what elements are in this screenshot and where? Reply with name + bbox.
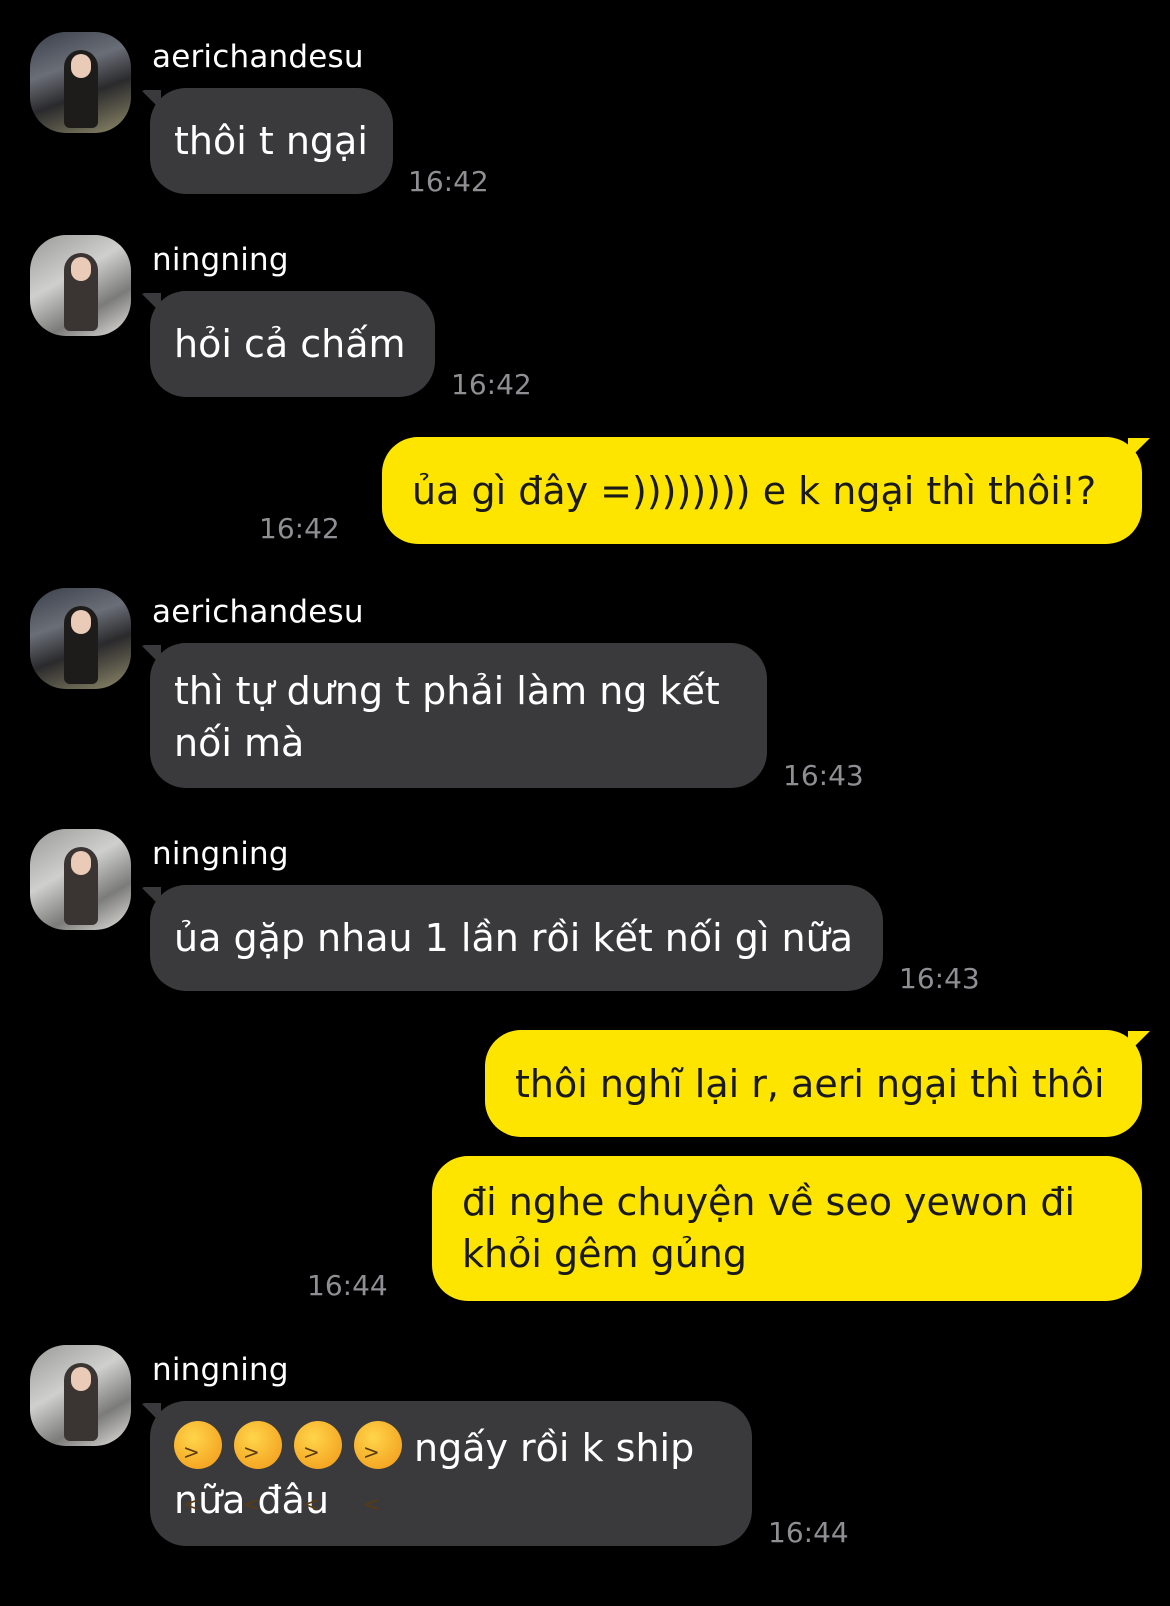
sender-name: ningning [152,242,289,278]
avatar-ningning[interactable] [30,235,131,336]
message-text: ngấy rồi k ship [414,1426,695,1470]
message-text-line: thì tự dưng t phải làm ng kết [174,669,720,713]
message-text: thôi t ngại [174,119,368,163]
message-bubble-incoming[interactable]: thôi t ngại [150,88,393,194]
message-text-line: khỏi gêm gủng [462,1232,747,1276]
message-bubble-incoming[interactable]: hỏi cả chấm [150,291,435,397]
message-timestamp: 16:43 [783,759,864,792]
message-timestamp: 16:42 [408,165,489,198]
sender-name: ningning [152,836,289,872]
avatar-ningning[interactable] [30,1345,131,1446]
message-bubble-outgoing[interactable]: thôi nghĩ lại r, aeri ngại thì thôi [485,1030,1142,1137]
tired-face-emoji [354,1421,402,1530]
message-text: hỏi cả chấm [174,322,406,366]
message-timestamp: 16:43 [899,962,980,995]
sender-name: aerichandesu [152,39,364,75]
sender-name: aerichandesu [152,594,364,630]
message-bubble-outgoing[interactable]: đi nghe chuyện về seo yewon đi khỏi gêm … [432,1156,1142,1301]
message-text-line: đi nghe chuyện về seo yewon đi [462,1180,1076,1224]
message-bubble-outgoing[interactable]: ủa gì đây =)))))))) e k ngại thì thôi!? [382,437,1142,544]
sender-name: ningning [152,1352,289,1388]
message-timestamp: 16:42 [259,512,340,545]
message-text: ủa gặp nhau 1 lần rồi kết nối gì nữa [174,916,853,960]
tired-face-emoji [294,1421,342,1530]
message-text-line: ngấy rồi k ship [174,1421,728,1530]
message-timestamp: 16:42 [451,368,532,401]
tired-face-emoji [234,1421,282,1530]
message-text: ủa gì đây =)))))))) e k ngại thì thôi!? [412,468,1097,513]
avatar-aerichandesu[interactable] [30,588,131,689]
message-bubble-incoming[interactable]: ngấy rồi k ship nữa đâu [150,1401,752,1546]
message-text: thôi nghĩ lại r, aeri ngại thì thôi [515,1061,1105,1106]
tired-face-emoji [174,1421,222,1530]
avatar-ningning[interactable] [30,829,131,930]
message-bubble-incoming[interactable]: thì tự dưng t phải làm ng kết nối mà [150,643,767,788]
avatar-aerichandesu[interactable] [30,32,131,133]
message-timestamp: 16:44 [768,1516,849,1549]
message-timestamp: 16:44 [307,1269,388,1302]
message-text-line: nối mà [174,721,305,765]
message-bubble-incoming[interactable]: ủa gặp nhau 1 lần rồi kết nối gì nữa [150,885,883,991]
